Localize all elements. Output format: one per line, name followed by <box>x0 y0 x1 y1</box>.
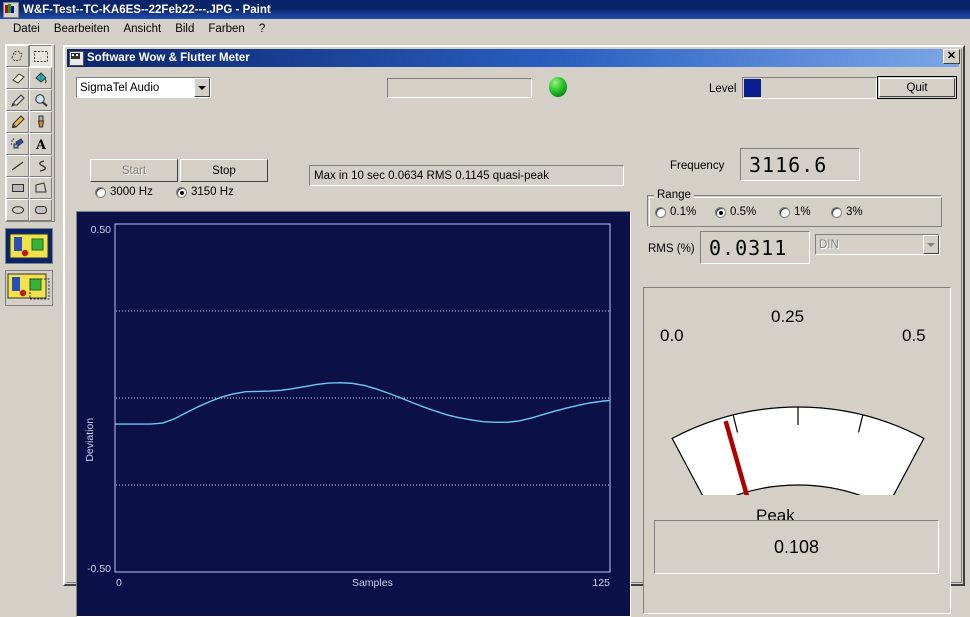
menu-datei[interactable]: Datei <box>6 21 47 37</box>
radio-range-3-label: 3% <box>846 206 863 218</box>
frequency-display: 3116.6 <box>740 148 860 181</box>
paint-window-title: W&F-Test--TC-KA6ES--22Feb22---.JPG - Pai… <box>23 3 271 16</box>
peak-gauge-panel: 0.0 0.25 0.5 Peak 0.108 <box>643 287 951 614</box>
paint-canvas-area: A Software Wow & Flutter Meter ✕ SigmaTe… <box>0 38 970 617</box>
rectangle-select-icon[interactable] <box>29 45 52 67</box>
paint-toolbox: A <box>5 44 55 306</box>
wf-window-title: Software Wow & Flutter Meter <box>87 52 250 64</box>
screen: W&F-Test--TC-KA6ES--22Feb22---.JPG - Pai… <box>0 0 970 617</box>
curve-icon[interactable] <box>29 155 52 177</box>
image-thumbnail-selected[interactable] <box>5 228 53 264</box>
svg-text:Deviation: Deviation <box>84 418 96 462</box>
radio-3150hz[interactable]: 3150 Hz <box>176 186 234 198</box>
signal-led-icon <box>549 77 567 97</box>
frequency-value: 3116.6 <box>749 152 828 177</box>
radio-range-0-1[interactable]: 0.1% <box>655 206 696 218</box>
radio-3000hz[interactable]: 3000 Hz <box>95 186 153 198</box>
pick-color-icon[interactable] <box>6 89 29 111</box>
rectangle-icon[interactable] <box>6 177 29 199</box>
radio-range-1-dot <box>779 206 790 218</box>
menu-bild[interactable]: Bild <box>168 21 201 37</box>
svg-text:0: 0 <box>116 577 122 589</box>
level-label: Level <box>709 83 737 95</box>
audio-device-select[interactable]: SigmaTel Audio <box>76 77 211 98</box>
polygon-icon[interactable] <box>29 177 52 199</box>
rms-value: 0.0311 <box>709 235 788 260</box>
stop-button[interactable]: Stop <box>180 159 268 182</box>
pencil-icon[interactable] <box>6 111 29 133</box>
audio-device-value: SigmaTel Audio <box>80 81 160 94</box>
paint-tool-grid: A <box>5 44 55 222</box>
radio-range-0-1-dot <box>655 206 666 218</box>
close-icon[interactable]: ✕ <box>943 49 960 64</box>
wf-app-icon <box>69 50 84 66</box>
radio-3150hz-dot <box>176 186 187 198</box>
radio-range-3-dot <box>831 206 842 218</box>
svg-text:0.50: 0.50 <box>91 224 112 236</box>
paint-title-bar: W&F-Test--TC-KA6ES--22Feb22---.JPG - Pai… <box>0 0 970 19</box>
level-meter-fill <box>744 79 762 97</box>
chart-svg: 0.50 -0.50 Deviation 0 125 Samples <box>84 223 611 589</box>
menu-farben[interactable]: Farben <box>201 21 251 37</box>
eraser-icon[interactable] <box>6 67 29 89</box>
gauge-scale-min-label: 0.0 <box>660 326 684 345</box>
rms-label: RMS (%) <box>648 243 695 255</box>
airbrush-icon[interactable] <box>6 133 29 155</box>
gauge-scale-mid-label: 0.25 <box>771 307 805 326</box>
svg-text:A: A <box>34 138 46 151</box>
weighting-select[interactable]: DIN <box>815 234 940 255</box>
radio-range-3[interactable]: 3% <box>831 206 863 218</box>
status-readout: Max in 10 sec 0.0634 RMS 0.1145 quasi-pe… <box>309 165 624 186</box>
weighting-chevron-down-icon[interactable] <box>923 235 939 254</box>
rms-display: 0.0311 <box>700 231 810 264</box>
menu-bearbeiten[interactable]: Bearbeiten <box>47 21 117 37</box>
wf-title-bar: Software Wow & Flutter Meter <box>67 49 959 67</box>
radio-3150hz-label: 3150 Hz <box>191 186 234 198</box>
menu-help[interactable]: ? <box>252 21 272 37</box>
wow-flutter-meter-window: Software Wow & Flutter Meter ✕ SigmaTel … <box>63 45 965 617</box>
peak-value-display: 0.108 <box>654 520 939 574</box>
radio-range-0-5-dot <box>715 206 726 218</box>
svg-text:125: 125 <box>592 577 610 589</box>
radio-3000hz-dot <box>95 186 106 198</box>
deviation-chart: 0.50 -0.50 Deviation 0 125 Samples <box>76 211 631 617</box>
image-thumbnail[interactable] <box>5 270 53 306</box>
radio-range-0-5-label: 0.5% <box>730 206 757 218</box>
paint-menu-bar: Datei Bearbeiten Ansicht Bild Farben ? <box>0 19 970 38</box>
quit-button[interactable]: Quit <box>877 76 957 99</box>
radio-range-0-5[interactable]: 0.5% <box>715 206 756 218</box>
gauge-scale-max-label: 0.5 <box>902 326 926 345</box>
chevron-down-icon[interactable] <box>194 78 210 97</box>
ellipse-icon[interactable] <box>6 199 29 221</box>
magnifier-icon[interactable] <box>29 89 52 111</box>
message-field <box>387 78 532 98</box>
free-form-select-icon[interactable] <box>6 45 29 67</box>
menu-ansicht[interactable]: Ansicht <box>116 21 168 37</box>
range-title: Range <box>654 189 694 201</box>
range-groupbox: Range 0.1% 0.5% 1% 3% <box>647 189 942 227</box>
weighting-value: DIN <box>819 238 839 251</box>
gauge-dial <box>671 406 925 495</box>
line-icon[interactable] <box>6 155 29 177</box>
paint-app-icon <box>3 1 19 18</box>
quit-button-label: Quit <box>879 78 955 97</box>
svg-text:Samples: Samples <box>352 577 393 589</box>
radio-3000hz-label: 3000 Hz <box>110 186 153 198</box>
start-button[interactable]: Start <box>90 159 178 182</box>
frequency-label: Frequency <box>670 160 725 172</box>
rounded-rectangle-icon[interactable] <box>29 199 52 221</box>
radio-range-1-label: 1% <box>794 206 811 218</box>
fill-with-color-icon[interactable] <box>29 67 52 89</box>
radio-range-0-1-label: 0.1% <box>670 206 697 218</box>
radio-range-1[interactable]: 1% <box>779 206 811 218</box>
svg-text:-0.50: -0.50 <box>87 563 111 575</box>
brush-icon[interactable] <box>29 111 52 133</box>
text-icon[interactable]: A <box>29 133 52 155</box>
level-meter <box>742 77 877 99</box>
